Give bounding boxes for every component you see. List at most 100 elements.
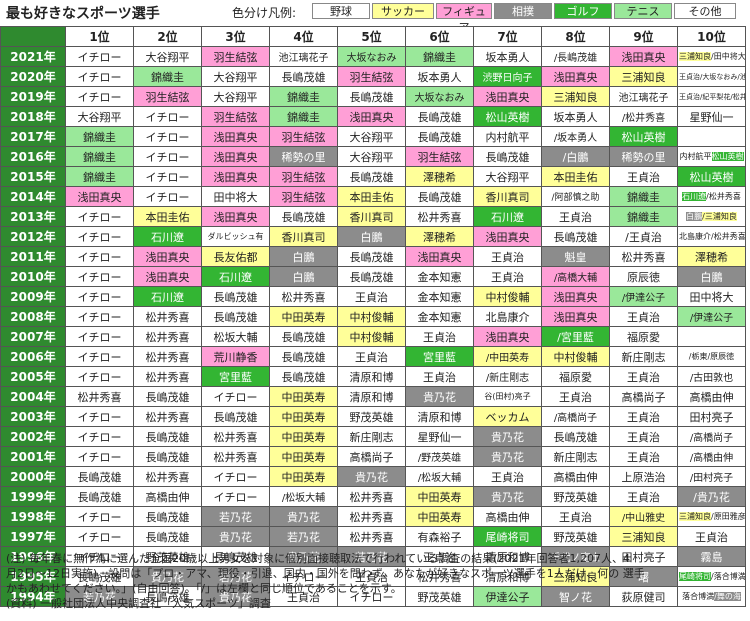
- rank-cell: 松井秀喜: [65, 386, 134, 407]
- rank-cell: 長嶋茂雄: [405, 126, 474, 147]
- rank-cell: 長嶋茂雄: [133, 526, 202, 547]
- rank-cell: /伊達公子: [677, 306, 746, 327]
- rank-cell: 長嶋茂雄: [337, 246, 406, 267]
- rank-cell: 渋野日向子: [473, 66, 542, 87]
- legend-item-golf: ゴルフ: [554, 3, 612, 19]
- rank-cell: 本田圭佑: [133, 206, 202, 227]
- rank-cell: 稀勢の里: [269, 146, 338, 167]
- rank-cell: 福原愛: [609, 326, 678, 347]
- table-row: 2014年 浅田真央 イチロー 田中将大 羽生結弦 本田圭佑 長嶋茂雄 香川真司/阿部慎之助錦…: [0, 186, 746, 207]
- rank-cell: イチロー: [201, 486, 270, 507]
- tied-athlete: /三浦知良: [702, 212, 737, 221]
- tied-athlete: /松井秀喜: [706, 192, 741, 201]
- rank-cell: 石川遼: [473, 206, 542, 227]
- legend-title: 色分け凡例:: [232, 6, 297, 20]
- year-label: 2005年: [0, 366, 66, 387]
- rank-cell: 高橋尚子: [337, 446, 406, 467]
- table-row: 2019年 イチロー 羽生結弦 大谷翔平 錦織圭 長嶋茂雄 大坂なおみ 浅田真央 三浦知良 池江璃…: [0, 86, 746, 107]
- rank-cell: 石川遼: [133, 286, 202, 307]
- rank-cell: イチロー: [133, 146, 202, 167]
- rank-cell: 北島康介/松井秀喜: [677, 226, 746, 247]
- rank-cell: 中田英寿: [405, 506, 474, 527]
- year-label: 1997年: [0, 526, 66, 547]
- legend-item-figure: フィギュア: [436, 3, 492, 34]
- rank-cell: 白鵬: [269, 246, 338, 267]
- rank-cell: 新庄剛志: [337, 426, 406, 447]
- rank-cell: ベッカム: [473, 406, 542, 427]
- rank-cell: 星野仙一: [405, 426, 474, 447]
- rank-cell: /高橋尚子: [541, 406, 610, 427]
- year-label: 2018年: [0, 106, 66, 127]
- rank-cell: /中田英寿: [473, 346, 542, 367]
- column-header-rank: 2位: [133, 26, 202, 47]
- year-label: 2010年: [0, 266, 66, 287]
- rank-cell: イチロー: [65, 366, 134, 387]
- tied-athlete: 内村航平: [679, 152, 712, 161]
- rank-cell: 王貞治: [677, 526, 746, 547]
- rank-cell: 王貞治: [541, 386, 610, 407]
- rank-cell: 坂本勇人: [473, 46, 542, 67]
- column-header-rank: 7位: [473, 26, 542, 47]
- table-row: 2004年 松井秀喜 長嶋茂雄 イチロー 中田英寿 清原和博 貴乃花 谷(田村)亮子 王貞治 高橋…: [0, 386, 746, 407]
- year-label: 2017年: [0, 126, 66, 147]
- rank-cell: 浅田真央: [405, 246, 474, 267]
- rank-cell: 長嶋茂雄: [473, 146, 542, 167]
- rank-cell: イチロー: [65, 426, 134, 447]
- rank-cell: 大谷翔平: [133, 46, 202, 67]
- rank-cell: 松井秀喜: [133, 306, 202, 327]
- rank-cell: 澤穂希: [677, 246, 746, 267]
- table-row: 2021年 イチロー 大谷翔平 羽生結弦 池江璃花子 大坂なおみ 錦織圭 坂本勇人/長嶋茂雄浅…: [0, 46, 746, 67]
- rank-cell: 長友佑都: [201, 246, 270, 267]
- rank-cell: 貴乃花: [473, 446, 542, 467]
- year-label: 2002年: [0, 426, 66, 447]
- rank-cell: 松山英樹: [609, 126, 678, 147]
- rank-cell: 松井秀喜: [133, 466, 202, 487]
- table-row: 2001年 イチロー 長嶋茂雄 松井秀喜 中田英寿 高橋尚子/野茂英雄 貴乃花 新庄剛志 王貞治…: [0, 446, 746, 467]
- rank-cell: 長嶋茂雄: [201, 406, 270, 427]
- tied-athlete: /原田雅彦: [711, 512, 746, 521]
- rank-cell: 浅田真央: [609, 46, 678, 67]
- rank-cell: 魁皇: [541, 246, 610, 267]
- rank-cell: 長嶋茂雄: [201, 306, 270, 327]
- rank-cell: 長嶋茂雄: [541, 426, 610, 447]
- rank-cell: イチロー: [65, 46, 134, 67]
- rank-cell: 若乃花: [201, 506, 270, 527]
- rank-cell: イチロー: [65, 226, 134, 247]
- rank-cell: 金本知憲: [405, 286, 474, 307]
- rank-cell: 王貞治: [473, 466, 542, 487]
- table-row: 2003年 イチロー 松井秀喜 長嶋茂雄 中田英寿 野茂英雄 清原和博 ベッカム/高橋尚子 王貞…: [0, 406, 746, 427]
- legend: 野球サッカーフィギュア相撲ゴルフテニスその他: [312, 3, 736, 34]
- rank-cell: /阿部慎之助: [541, 186, 610, 207]
- rank-cell: 野茂英雄: [337, 406, 406, 427]
- rank-cell: イチロー: [65, 326, 134, 347]
- rank-cell: 白鵬/三浦知良: [677, 206, 746, 227]
- rank-cell: 長嶋茂雄: [337, 266, 406, 287]
- rank-cell: イチロー: [65, 266, 134, 287]
- rank-cell: 大谷翔平: [201, 86, 270, 107]
- table-row: 1997年 イチロー 長嶋茂雄 貴乃花 若乃花 松井秀喜 有森裕子 尾崎将司 野茂英雄 三浦知良王…: [0, 526, 746, 547]
- table-row: 2002年 イチロー 長嶋茂雄 松井秀喜 中田英寿 新庄剛志 星野仙一 貴乃花 長嶋茂雄 王貞治 /…: [0, 426, 746, 447]
- table-row: 2007年 イチロー 松井秀喜 松坂大輔 長嶋茂雄 中村俊輔 王貞治 浅田真央/宮里藍 福原愛: [0, 326, 746, 347]
- rank-cell: /坂本勇人: [541, 126, 610, 147]
- rank-cell: 松井秀喜: [201, 446, 270, 467]
- rank-cell: 中田英寿: [269, 446, 338, 467]
- rank-cell: 坂本勇人: [541, 106, 610, 127]
- rank-cell: 清原和博: [337, 366, 406, 387]
- column-header-rank: 4位: [269, 26, 338, 47]
- rank-cell: 松井秀喜: [133, 406, 202, 427]
- rank-cell: 王貞治: [473, 246, 542, 267]
- rank-cell: /長嶋茂雄: [541, 46, 610, 67]
- rank-cell: イチロー: [201, 466, 270, 487]
- year-label: 2012年: [0, 226, 66, 247]
- rank-cell: 王貞治/紀平梨花/松井秀喜: [677, 86, 746, 107]
- table-row: 2015年 錦織圭 イチロー 浅田真央 羽生結弦 長嶋茂雄 澤穂希 大谷翔平 本田圭佑 王貞治 松山…: [0, 166, 746, 187]
- tied-athlete: 白鵬: [686, 212, 703, 221]
- rank-cell: 中村俊輔: [541, 346, 610, 367]
- year-label: 2008年: [0, 306, 66, 327]
- rank-cell: 長嶋茂雄: [269, 326, 338, 347]
- rank-cell: 浅田真央: [541, 306, 610, 327]
- rank-cell: 荒川静香: [201, 346, 270, 367]
- table-row: 2013年 イチロー 本田圭佑 浅田真央 長嶋茂雄 香川真司 松井秀喜 石川遼 王貞治 錦織圭 白鵬…: [0, 206, 746, 227]
- table-row: 2020年 イチロー 錦織圭 大谷翔平 長嶋茂雄 羽生結弦 坂本勇人 渋野日向子 浅田真央 三浦知…: [0, 66, 746, 87]
- rank-cell: 錦織圭: [65, 126, 134, 147]
